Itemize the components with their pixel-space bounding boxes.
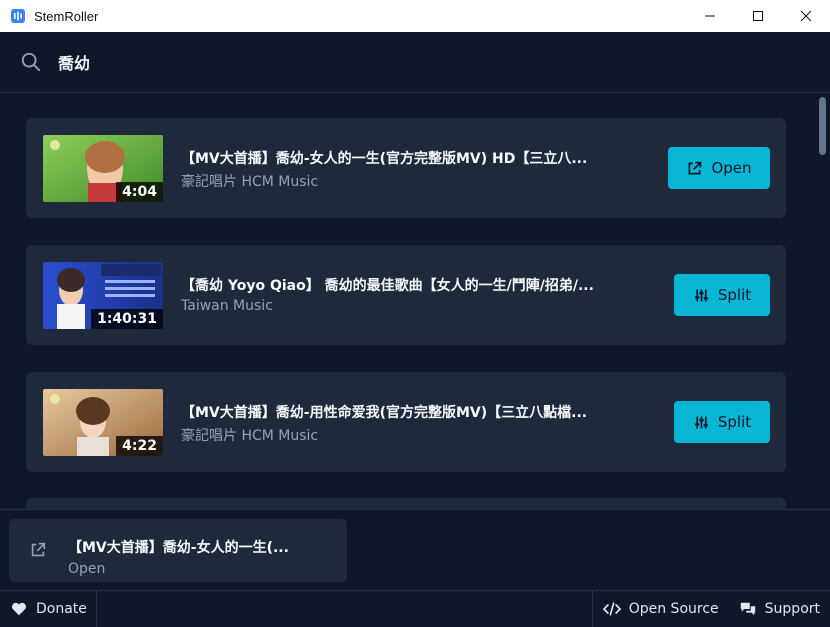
sliders-icon <box>694 416 708 428</box>
result-card: 4:04 【MV大首播】喬幼-女人的一生(官方完整版MV) HD【三立八... … <box>26 118 786 218</box>
video-duration: 1:40:31 <box>91 309 163 329</box>
app-logo-icon <box>11 9 25 23</box>
donate-link[interactable]: Donate <box>0 591 97 627</box>
video-title: 【MV大首播】喬幼-女人的一生(官方完整版MV) HD【三立八... <box>181 151 588 167</box>
video-thumbnail[interactable]: 4:22 <box>43 389 163 456</box>
channel-name: 豪記唱片 HCM Music <box>181 428 319 444</box>
result-card: 1:40:31 【喬幼 Yoyo Qiao】 喬幼的最佳歌曲【女人的一生/鬥陣/… <box>26 245 786 345</box>
code-icon <box>602 602 621 616</box>
split-button[interactable]: Split <box>674 401 770 443</box>
channel-name: 豪記唱片 HCM Music <box>181 174 319 190</box>
scrollbar-thumb[interactable] <box>819 97 826 155</box>
queue-area: 【MV大首播】喬幼-女人的一生(... Open <box>0 509 830 591</box>
search-input[interactable] <box>56 51 660 73</box>
video-thumbnail[interactable]: 1:40:31 <box>43 262 163 329</box>
open-button[interactable]: Open <box>668 147 770 189</box>
minimize-icon <box>705 15 715 17</box>
sliders-icon <box>694 289 708 301</box>
open-source-link[interactable]: Open Source <box>591 591 729 627</box>
queue-item-title: 【MV大首播】喬幼-女人的一生(... <box>68 540 289 556</box>
minimize-button[interactable] <box>686 0 734 32</box>
footer-bar: Donate Open Source Support <box>0 590 830 627</box>
search-icon <box>21 52 41 72</box>
split-button-label: Split <box>717 286 752 304</box>
donate-label: Donate <box>36 601 87 617</box>
window-titlebar: StemRoller <box>0 0 830 33</box>
maximize-icon <box>753 11 763 21</box>
video-duration: 4:04 <box>116 182 163 202</box>
open-button-label: Open <box>711 159 752 177</box>
support-link[interactable]: Support <box>729 591 830 627</box>
split-button[interactable]: Split <box>674 274 770 316</box>
video-title: 【MV大首播】喬幼-用性命爱我(官方完整版MV)【三立八點檔... <box>181 405 588 421</box>
external-link-icon <box>31 542 46 557</box>
split-button-label: Split <box>717 413 752 431</box>
close-button[interactable] <box>782 0 830 32</box>
heart-icon <box>11 602 27 616</box>
external-link-icon <box>689 161 702 174</box>
results-scrollbar[interactable] <box>816 93 830 509</box>
window-controls <box>686 0 830 32</box>
video-thumbnail[interactable]: 4:04 <box>43 135 163 202</box>
video-duration: 4:22 <box>116 436 163 456</box>
results-list: 4:04 【MV大首播】喬幼-女人的一生(官方完整版MV) HD【三立八... … <box>0 93 830 509</box>
window-title: StemRoller <box>34 8 99 24</box>
maximize-button[interactable] <box>734 0 782 32</box>
result-card: 4:22 【MV大首播】喬幼-用性命爱我(官方完整版MV)【三立八點檔... 豪… <box>26 372 786 472</box>
queue-item-status: Open <box>68 561 106 577</box>
close-icon <box>800 10 812 22</box>
open-source-label: Open Source <box>628 601 719 617</box>
video-title: 【喬幼 Yoyo Qiao】 喬幼的最佳歌曲【女人的一生/鬥陣/招弟/... <box>181 278 594 294</box>
search-bar <box>0 32 830 93</box>
result-card <box>26 498 786 509</box>
support-label: Support <box>764 601 820 617</box>
chat-bubbles-icon <box>740 602 755 616</box>
channel-name: Taiwan Music <box>181 298 273 314</box>
queue-item[interactable]: 【MV大首播】喬幼-女人的一生(... Open <box>9 519 347 582</box>
